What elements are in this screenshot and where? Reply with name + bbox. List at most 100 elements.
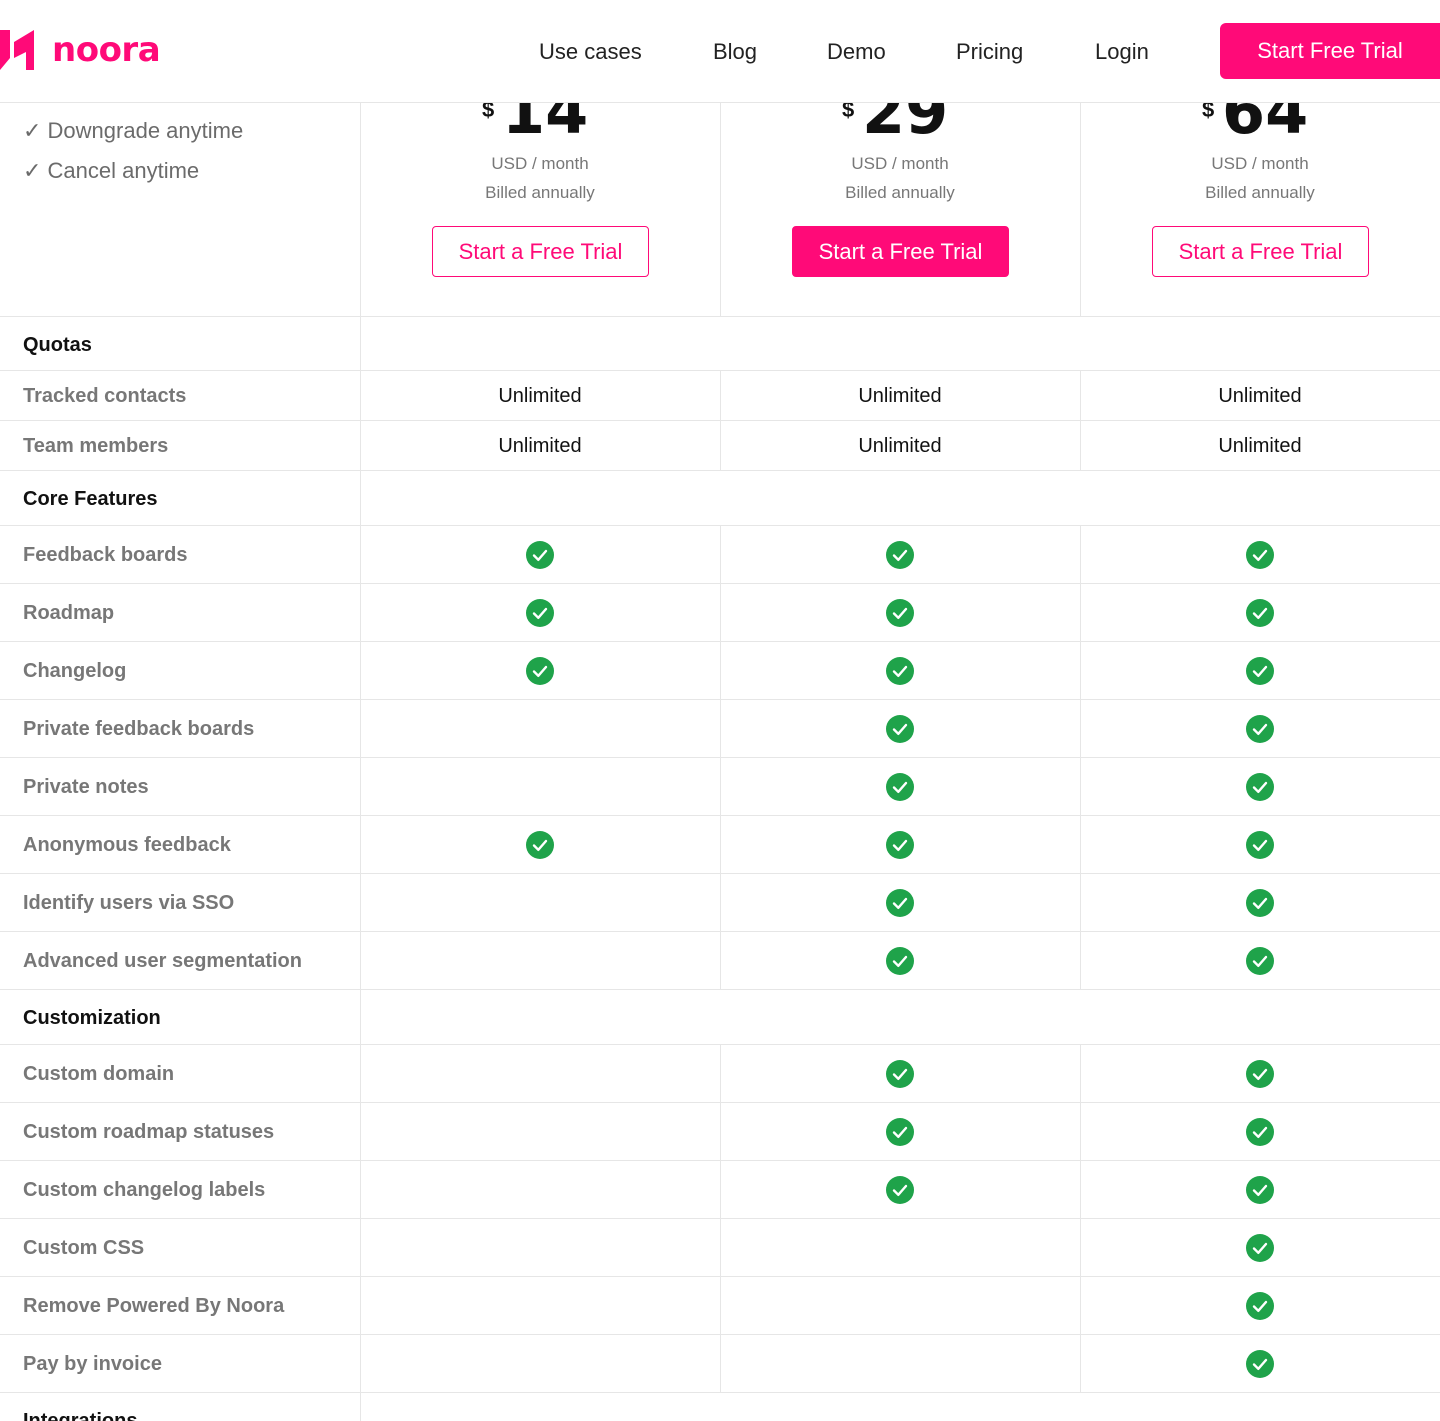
plan-card-business: $64 USD / month Billed annually Start a Fre…	[1080, 103, 1440, 317]
check-circle-icon	[886, 1060, 914, 1088]
check-circle-icon	[1246, 1234, 1274, 1262]
section-title: Integrations	[23, 1410, 138, 1421]
plan-value: Unlimited	[858, 385, 942, 407]
feature-row: Identify users via SSO	[0, 874, 1440, 932]
check-circle-icon	[886, 889, 914, 917]
nav-demo[interactable]: Demo	[827, 38, 886, 66]
plan-price: $29	[720, 103, 1080, 148]
feature-label: Private feedback boards	[23, 718, 255, 740]
column-divider	[1080, 1161, 1081, 1218]
check-circle-icon	[1246, 831, 1274, 859]
billing-period: Billed annually	[485, 183, 595, 202]
billing-period: Billed annually	[1205, 183, 1315, 202]
start-trial-button[interactable]: Start a Free Trial	[1152, 226, 1369, 277]
perk-downgrade: ✓ Downgrade anytime	[23, 118, 244, 143]
feature-label: Team members	[23, 435, 169, 457]
price-unit: USD / month	[491, 154, 589, 173]
column-divider	[1080, 642, 1081, 699]
feature-row: Private notes	[0, 758, 1440, 816]
plan-price: $14	[360, 103, 720, 143]
check-circle-icon	[526, 599, 554, 627]
plan-value: Unlimited	[498, 385, 582, 407]
check-circle-icon	[1246, 1350, 1274, 1378]
plans-section: ✓ Downgrade anytime ✓ Cancel anytime $14…	[0, 103, 1440, 317]
start-trial-button[interactable]: Start a Free Trial	[432, 226, 649, 277]
check-circle-icon	[886, 657, 914, 685]
check-circle-icon	[886, 541, 914, 569]
column-divider	[720, 874, 721, 931]
column-divider	[1080, 758, 1081, 815]
column-divider	[360, 874, 361, 931]
feature-row: Tracked contacts Unlimited Unlimited Unlimi…	[0, 371, 1440, 421]
column-divider	[720, 1277, 721, 1334]
column-divider	[1080, 700, 1081, 757]
check-circle-icon	[886, 1118, 914, 1146]
plan-card-pro: $29 USD / month Billed annually Start a Fre…	[720, 103, 1080, 317]
feature-label: Feedback boards	[23, 544, 188, 566]
check-circle-icon	[526, 831, 554, 859]
column-divider	[360, 1393, 361, 1421]
feature-label: Advanced user segmentation	[23, 950, 302, 972]
column-divider	[360, 932, 361, 989]
nav-use-cases[interactable]: Use cases	[539, 38, 642, 66]
column-divider	[360, 1161, 361, 1218]
column-divider	[720, 584, 721, 641]
feature-row: Team members Unlimited Unlimited Unlimited	[0, 421, 1440, 471]
column-divider	[1080, 1103, 1081, 1160]
feature-label: Tracked contacts	[23, 385, 187, 407]
column-divider	[1080, 874, 1081, 931]
feature-label: Custom domain	[23, 1063, 175, 1085]
price-unit: USD / month	[1211, 154, 1309, 173]
check-circle-icon	[1246, 599, 1274, 627]
column-divider	[720, 1045, 721, 1102]
check-circle-icon	[1246, 541, 1274, 569]
column-divider	[720, 1219, 721, 1276]
start-free-trial-button[interactable]: Start Free Trial	[1220, 23, 1440, 79]
noora-logo-icon	[0, 30, 34, 70]
price-unit: USD / month	[851, 154, 949, 173]
feature-row: Private feedback boards	[0, 700, 1440, 758]
section-title: Core Features	[23, 488, 158, 510]
nav-blog[interactable]: Blog	[713, 38, 757, 66]
plan-perks: ✓ Downgrade anytime ✓ Cancel anytime	[23, 111, 243, 191]
check-circle-icon	[1246, 773, 1274, 801]
feature-label: Custom CSS	[23, 1237, 145, 1259]
logo[interactable]: noora	[0, 30, 161, 70]
check-circle-icon	[886, 831, 914, 859]
check-circle-icon	[1246, 1176, 1274, 1204]
check-circle-icon	[526, 541, 554, 569]
feature-row: Feedback boards	[0, 526, 1440, 584]
column-divider	[720, 642, 721, 699]
currency-symbol: $	[1202, 103, 1215, 122]
plan-value: Unlimited	[498, 435, 582, 457]
nav-pricing[interactable]: Pricing	[956, 38, 1023, 66]
start-trial-button[interactable]: Start a Free Trial	[792, 226, 1009, 277]
nav-login[interactable]: Login	[1095, 38, 1149, 66]
column-divider	[720, 1161, 721, 1218]
column-divider	[360, 642, 361, 699]
feature-label: Roadmap	[23, 602, 115, 624]
plan-card-basic: $14 USD / month Billed annually Start a Fre…	[360, 103, 720, 317]
check-circle-icon	[886, 1176, 914, 1204]
column-divider	[1080, 1335, 1081, 1392]
price-amount: 29	[862, 103, 949, 148]
check-circle-icon	[886, 599, 914, 627]
check-circle-icon	[886, 947, 914, 975]
column-divider	[1080, 1219, 1081, 1276]
column-divider	[1080, 1277, 1081, 1334]
column-divider	[360, 1219, 361, 1276]
section-header-row: Customization	[0, 990, 1440, 1045]
check-circle-icon	[1246, 1292, 1274, 1320]
section-title: Quotas	[23, 334, 92, 356]
section-header-row: Quotas	[0, 317, 1440, 371]
perk-cancel: ✓ Cancel anytime	[23, 158, 200, 183]
column-divider	[720, 1103, 721, 1160]
feature-row: Custom changelog labels	[0, 1161, 1440, 1219]
column-divider	[360, 1277, 361, 1334]
column-divider	[1080, 816, 1081, 873]
column-divider	[1080, 1045, 1081, 1102]
column-divider	[360, 471, 361, 525]
column-divider	[720, 700, 721, 757]
column-divider	[1080, 932, 1081, 989]
feature-row: Anonymous feedback	[0, 816, 1440, 874]
